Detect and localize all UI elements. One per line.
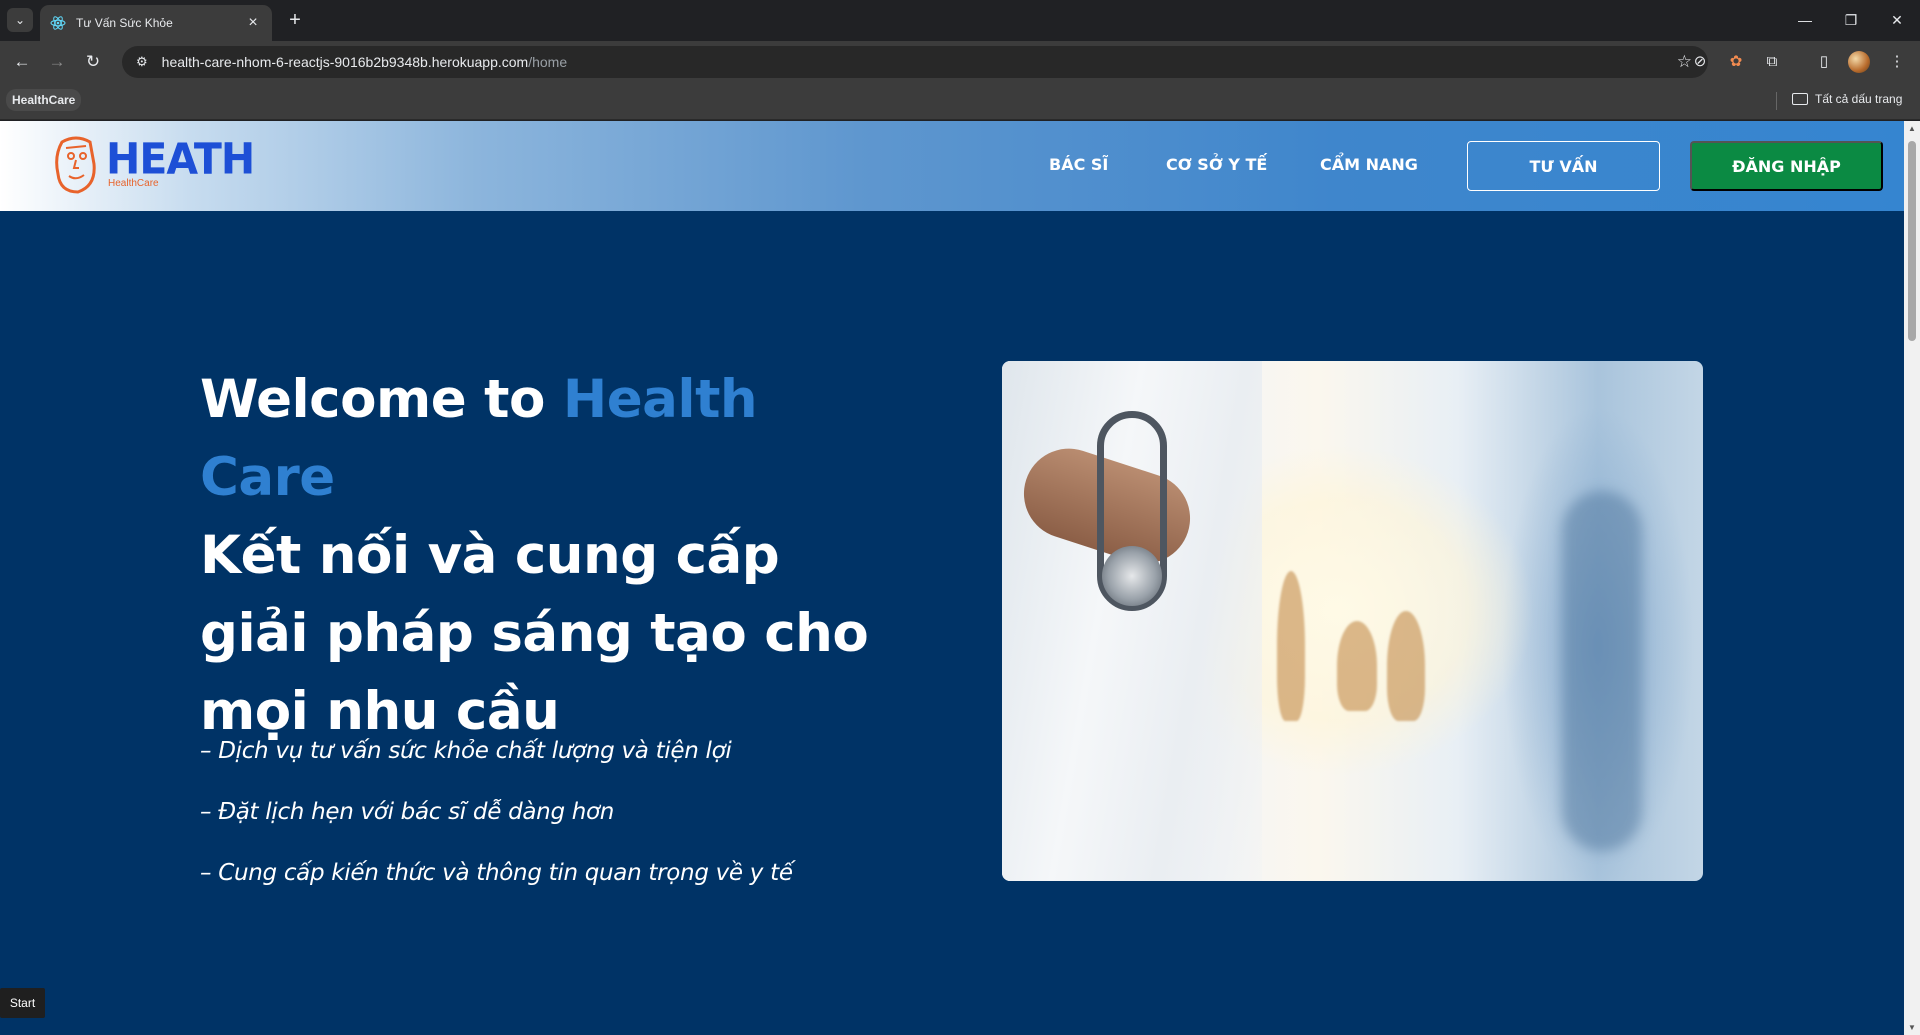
site-info-icon[interactable]: ⚙ — [136, 54, 148, 70]
blurred-figure — [1562, 491, 1642, 851]
minimize-icon[interactable]: — — [1790, 8, 1820, 32]
nav-doctors[interactable]: BÁC SĨ — [1049, 155, 1108, 174]
feature-item: – Đặt lịch hẹn với bác sĩ dễ dàng hơn — [200, 799, 615, 825]
feature-item: – Dịch vụ tư vấn sức khỏe chất lượng và … — [200, 738, 732, 764]
profile-avatar[interactable] — [1848, 51, 1870, 73]
nav-medical-facilities[interactable]: CƠ SỞ Y TẾ — [1166, 155, 1267, 174]
side-panel-icon[interactable]: ▯ — [1813, 51, 1835, 73]
site-header: HEATH HealthCare BÁC SĨ CƠ SỞ Y TẾ CẨM N… — [0, 121, 1904, 211]
browser-toolbar: ← → ↻ ⚙ health-care-nhom-6-reactjs-9016b… — [0, 41, 1920, 83]
new-tab-icon[interactable]: + — [283, 9, 307, 32]
scroll-up-icon[interactable]: ▲ — [1907, 124, 1917, 133]
logo-title: HEATH — [106, 133, 255, 185]
window-close-icon[interactable]: ✕ — [1882, 8, 1912, 32]
hero-doctor-image — [1002, 361, 1703, 881]
back-icon[interactable]: ← — [9, 49, 35, 75]
menu-kebab-icon[interactable]: ⋮ — [1886, 51, 1908, 73]
address-bar[interactable]: ⚙ health-care-nhom-6-reactjs-9016b2b9348… — [122, 46, 1708, 78]
login-button[interactable]: ĐĂNG NHẬP — [1690, 141, 1883, 191]
blurred-person — [1337, 621, 1377, 711]
all-bookmarks[interactable]: Tất cả dấu trang — [1792, 92, 1902, 106]
restore-icon[interactable]: ❐ — [1836, 8, 1866, 32]
extensions-puzzle-icon[interactable]: ⧉ — [1761, 51, 1783, 73]
page-scrollbar[interactable]: ▲ ▼ — [1904, 121, 1920, 1035]
nav-handbook[interactable]: CẨM NANG — [1320, 155, 1418, 174]
hero-title: Welcome to Health Care Kết nối và cung c… — [200, 361, 900, 751]
all-bookmarks-label: Tất cả dấu trang — [1815, 92, 1903, 106]
extension-orange-icon[interactable]: ✿ — [1725, 51, 1747, 73]
hero-welcome: Welcome to — [200, 369, 563, 430]
hero-tagline: Kết nối và cung cấp giải pháp sáng tạo c… — [200, 525, 869, 742]
site-logo[interactable]: HEATH HealthCare — [52, 133, 255, 196]
browser-tab-bar: ⌄ Tư Vấn Sức Khỏe × + — ❐ ✕ — [0, 0, 1920, 41]
bookmarks-bar: HealthCare Tất cả dấu trang — [0, 83, 1920, 120]
blurred-person — [1387, 611, 1425, 721]
blurred-person — [1277, 571, 1305, 721]
stethoscope-head — [1102, 546, 1162, 606]
scroll-down-icon[interactable]: ▼ — [1907, 1023, 1917, 1032]
logo-face-icon — [55, 136, 96, 194]
react-favicon-icon — [50, 16, 66, 30]
tab-close-icon[interactable]: × — [244, 14, 262, 32]
url-host: health-care-nhom-6-reactjs-9016b2b9348b.… — [161, 54, 529, 70]
feature-item: – Cung cấp kiến thức và thông tin quan t… — [200, 860, 793, 886]
tab-title: Tư Vấn Sức Khỏe — [76, 16, 173, 30]
bookmarks-divider — [1776, 92, 1777, 110]
folder-icon — [1792, 93, 1808, 105]
hero-text: Welcome to Health Care Kết nối và cung c… — [200, 361, 900, 751]
hero-feature-list: – Dịch vụ tư vấn sức khỏe chất lượng và … — [200, 721, 793, 904]
extension-compass-icon[interactable]: ⊘ — [1689, 51, 1711, 73]
bookmark-healthcare[interactable]: HealthCare — [6, 89, 82, 111]
tab-search-chevron-icon[interactable]: ⌄ — [7, 8, 33, 32]
page-viewport: HEATH HealthCare BÁC SĨ CƠ SỞ Y TẾ CẨM N… — [0, 121, 1904, 1035]
url-path: /home — [528, 54, 568, 70]
start-button[interactable]: Start — [0, 988, 45, 1018]
scrollbar-thumb[interactable] — [1908, 141, 1916, 341]
forward-icon[interactable]: → — [44, 49, 70, 75]
browser-tab[interactable]: Tư Vấn Sức Khỏe × — [40, 5, 272, 41]
consult-button[interactable]: TƯ VẤN — [1467, 141, 1660, 191]
reload-icon[interactable]: ↻ — [80, 49, 106, 75]
